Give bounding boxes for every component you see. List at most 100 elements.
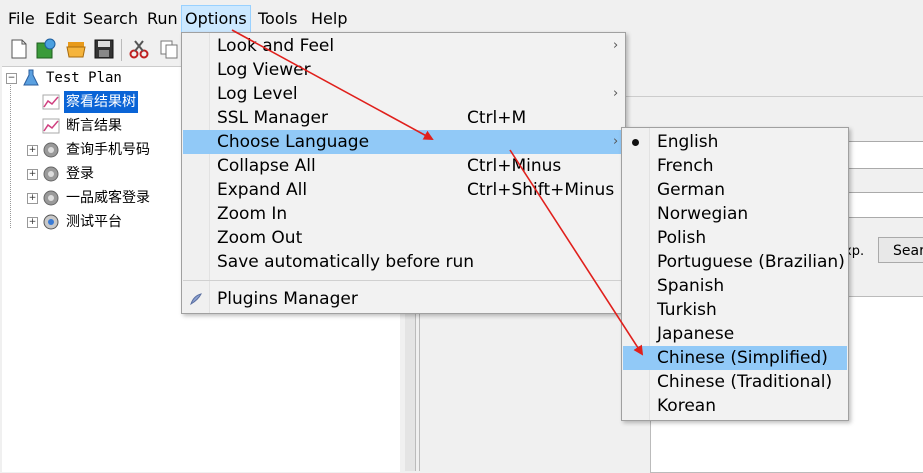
language-french[interactable]: French [623, 154, 847, 178]
menu-item-label: Look and Feel [217, 36, 335, 56]
chevron-right-icon: › [613, 134, 619, 149]
menu-search[interactable]: Search [80, 6, 141, 32]
tree-item-label: 断言结果 [66, 118, 122, 134]
menu-item-choose-language[interactable]: Choose Language › [183, 130, 624, 154]
menu-edit[interactable]: Edit [42, 6, 79, 32]
shortcut-label: Ctrl+Shift+Minus [467, 180, 615, 200]
chevron-right-icon: › [613, 86, 619, 101]
tree-root-label: Test Plan [46, 70, 122, 86]
menu-item-ssl-manager[interactable]: SSL Manager Ctrl+M [183, 106, 624, 130]
tree-root-test-plan[interactable]: − Test Plan [2, 67, 202, 89]
chevron-right-icon: › [613, 38, 619, 53]
menu-tools[interactable]: Tools [255, 6, 300, 32]
menu-item-label: Chinese (Simplified) [657, 348, 828, 368]
gear-icon [43, 166, 59, 182]
language-polish[interactable]: Polish [623, 226, 847, 250]
gear-icon [43, 142, 59, 158]
language-portuguese-brazilian[interactable]: Portuguese (Brazilian) [623, 250, 847, 274]
gear-icon [43, 214, 59, 230]
collapse-toggle[interactable]: − [6, 73, 17, 84]
language-turkish[interactable]: Turkish [623, 298, 847, 322]
language-chinese-simplified[interactable]: Chinese (Simplified) [623, 346, 847, 370]
tree-item-epwk-login[interactable]: + 一品威客登录 [2, 187, 202, 209]
menu-item-look-and-feel[interactable]: Look and Feel › [183, 34, 624, 58]
expand-toggle[interactable]: + [27, 217, 38, 228]
cut-icon[interactable] [128, 38, 150, 60]
menu-item-save-automatically[interactable]: Save automatically before run [183, 250, 624, 274]
language-submenu: English French German Norwegian Polish P… [621, 127, 849, 421]
menu-separator [183, 280, 624, 281]
menu-item-label: Spanish [657, 276, 725, 296]
menu-item-label: Turkish [657, 300, 717, 320]
menu-item-label: Chinese (Traditional) [657, 372, 833, 392]
menu-item-plugins-manager[interactable]: Plugins Manager [183, 287, 624, 311]
language-english[interactable]: English [623, 130, 847, 154]
language-norwegian[interactable]: Norwegian [623, 202, 847, 226]
text-field[interactable] [846, 192, 923, 218]
language-korean[interactable]: Korean [623, 394, 847, 418]
language-japanese[interactable]: Japanese [623, 322, 847, 346]
tree-item-label: 查询手机号码 [66, 142, 150, 158]
menu-run[interactable]: Run [144, 6, 181, 32]
toolbar-separator [121, 39, 122, 61]
language-chinese-traditional[interactable]: Chinese (Traditional) [623, 370, 847, 394]
menu-item-label: Plugins Manager [217, 289, 358, 309]
menu-item-label: Polish [657, 228, 707, 248]
options-menu: Look and Feel › Log Viewer Log Level › S… [181, 32, 626, 314]
menu-item-log-viewer[interactable]: Log Viewer [183, 58, 624, 82]
menu-item-expand-all[interactable]: Expand All Ctrl+Shift+Minus [183, 178, 624, 202]
copy-icon[interactable] [158, 38, 180, 60]
menu-item-label: Norwegian [657, 204, 749, 224]
new-icon[interactable] [8, 38, 30, 60]
menu-item-log-level[interactable]: Log Level › [183, 82, 624, 106]
tree-item-login[interactable]: + 登录 [2, 163, 202, 185]
menu-file[interactable]: File [5, 6, 38, 32]
menu-item-collapse-all[interactable]: Collapse All Ctrl+Minus [183, 154, 624, 178]
shortcut-label: Ctrl+M [467, 108, 527, 128]
menu-item-label: Save automatically before run [217, 252, 475, 272]
menu-item-label: Zoom In [217, 204, 288, 224]
menu-item-zoom-in[interactable]: Zoom In [183, 202, 624, 226]
save-icon[interactable] [93, 38, 115, 60]
search-button-label: Sear [893, 243, 923, 259]
tree-item-label: 登录 [66, 166, 94, 182]
flask-icon [23, 69, 39, 86]
toolbar [0, 35, 190, 65]
menu-item-label: French [657, 156, 714, 176]
shortcut-label: Ctrl+Minus [467, 156, 562, 176]
menu-item-label: Collapse All [217, 156, 316, 176]
open-icon[interactable] [65, 38, 87, 60]
tree-item-label: 察看结果树 [64, 91, 138, 113]
language-german[interactable]: German [623, 178, 847, 202]
menu-options[interactable]: Options [181, 5, 251, 33]
menu-item-label: Portuguese (Brazilian) [657, 252, 845, 272]
tree-item-test-platform[interactable]: + 测试平台 [2, 211, 202, 233]
tree-item-query-phone[interactable]: + 查询手机号码 [2, 139, 202, 161]
gear-icon [43, 190, 59, 206]
menu-item-label: German [657, 180, 726, 200]
expand-toggle[interactable]: + [27, 145, 38, 156]
tree-item-assertion-results[interactable]: 断言结果 [2, 115, 202, 137]
text-field[interactable] [846, 141, 923, 169]
radio-selected-icon [632, 139, 639, 146]
templates-icon[interactable] [35, 38, 57, 60]
expand-toggle[interactable]: + [27, 169, 38, 180]
tree-item-label: 测试平台 [66, 214, 122, 230]
plugins-feather-icon [190, 293, 202, 306]
menu-item-label: Log Level [217, 84, 298, 104]
menu-item-label: Korean [657, 396, 716, 416]
menu-item-label: Log Viewer [217, 60, 311, 80]
menu-item-label: Japanese [657, 324, 735, 344]
tree-item-label: 一品威客登录 [66, 190, 150, 206]
menu-bar: File Edit Search Run Options Tools Help [0, 0, 923, 35]
listener-graph-icon [42, 94, 60, 110]
menu-help[interactable]: Help [308, 6, 350, 32]
language-spanish[interactable]: Spanish [623, 274, 847, 298]
search-button[interactable]: Sear [878, 237, 923, 263]
listener-graph-icon [42, 118, 60, 134]
menu-item-zoom-out[interactable]: Zoom Out [183, 226, 624, 250]
expand-toggle[interactable]: + [27, 193, 38, 204]
tree-item-result-tree[interactable]: 察看结果树 [2, 91, 202, 113]
menu-item-label: SSL Manager [217, 108, 328, 128]
divider [419, 310, 420, 471]
